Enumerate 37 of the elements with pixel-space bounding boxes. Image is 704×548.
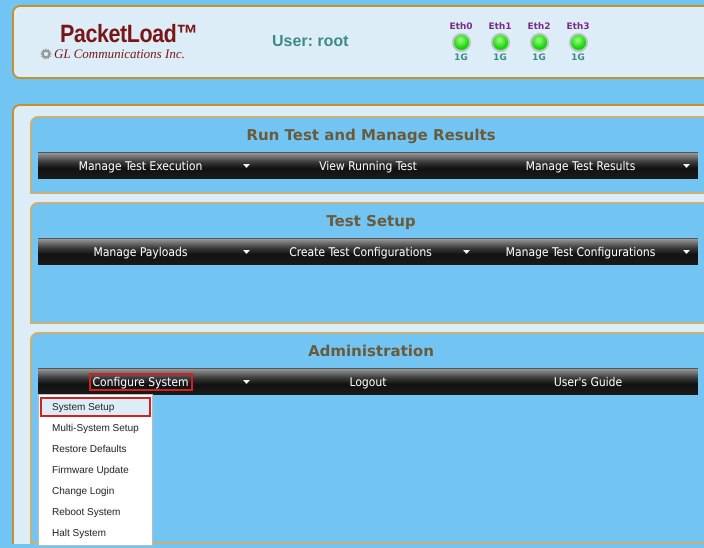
section-title: Administration [307, 341, 435, 362]
dropdown-item[interactable]: Firmware Update [40, 460, 151, 480]
caret-icon[interactable] [243, 380, 250, 384]
port-speed: 1G [493, 52, 507, 62]
dropdown-item[interactable]: System Setup [40, 397, 151, 417]
port-speed: 1G [532, 52, 546, 62]
dropdown-item[interactable]: Multi-System Setup [40, 418, 151, 438]
menu-item[interactable]: Manage Payloads [90, 243, 192, 261]
dropdown-item[interactable]: Halt System [40, 523, 151, 543]
menu-item[interactable]: Logout [346, 373, 390, 391]
menu-item[interactable]: Manage Test Execution [74, 157, 206, 175]
port-speed: 1G [454, 52, 468, 62]
gear-icon [40, 48, 52, 60]
user-label: User: root [272, 33, 350, 51]
section-title: Test Setup [325, 211, 417, 232]
port-speed: 1G [571, 52, 585, 62]
menu-item[interactable]: Manage Test Results [522, 157, 640, 175]
menu-item[interactable]: Create Test Configurations [285, 243, 436, 261]
product-logo: PacketLoad™ [60, 22, 198, 46]
dropdown-item[interactable]: Change Login [40, 481, 151, 501]
port-name: Eth0 [449, 22, 473, 32]
port-name: Eth1 [488, 22, 512, 32]
caret-icon[interactable] [683, 250, 690, 254]
caret-icon[interactable] [243, 164, 250, 168]
menu-item[interactable]: View Running Test [315, 157, 421, 175]
section-title: Run Test and Manage Results [245, 125, 497, 146]
dropdown-item[interactable]: Restore Defaults [40, 439, 151, 459]
caret-icon[interactable] [243, 250, 250, 254]
menu-item[interactable]: User's Guide [550, 373, 626, 391]
port-name: Eth2 [527, 22, 551, 32]
dropdown-item[interactable]: Reboot System [40, 502, 151, 522]
menu-item[interactable]: Manage Test Configurations [502, 243, 660, 261]
menu-item[interactable]: Configure System [88, 373, 192, 391]
caret-icon[interactable] [463, 250, 470, 254]
company-name: GL Communications Inc. [54, 46, 185, 62]
port-name: Eth3 [566, 22, 590, 32]
caret-icon[interactable] [683, 164, 690, 168]
